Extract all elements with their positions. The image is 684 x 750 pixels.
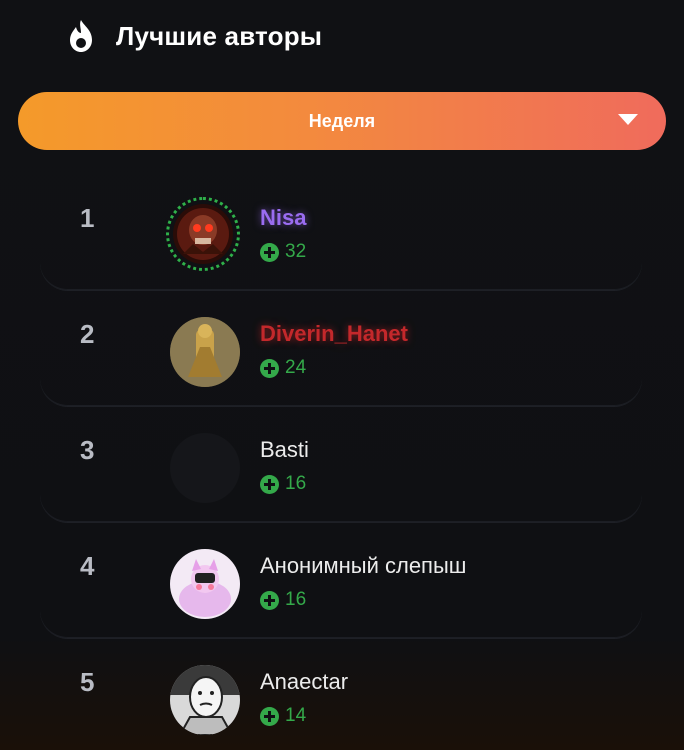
- score-value: 16: [285, 473, 307, 494]
- avatar[interactable]: [170, 665, 240, 735]
- skull-avatar-icon: [173, 204, 233, 264]
- author-score: 24: [260, 357, 306, 379]
- plus-circle-icon: [260, 358, 279, 378]
- author-name[interactable]: Nisa: [260, 205, 306, 231]
- period-selected-label: Неделя: [308, 110, 376, 131]
- pink-cat-avatar-icon: [170, 549, 240, 619]
- rank-number: 5: [80, 667, 95, 697]
- author-row[interactable]: 2 Diverin_Hanet 24: [40, 291, 642, 407]
- golden-figure-avatar-icon: [170, 317, 240, 387]
- author-row[interactable]: 1 Nisa 32: [40, 175, 642, 291]
- plus-circle-icon: [260, 590, 279, 610]
- author-name[interactable]: Basti: [260, 437, 309, 463]
- wojak-avatar-icon: [170, 665, 240, 735]
- author-score: 16: [260, 473, 306, 495]
- author-name[interactable]: Diverin_Hanet: [260, 321, 408, 347]
- page-title: Лучшие авторы: [116, 20, 323, 51]
- author-name[interactable]: Анонимный слепыш: [260, 553, 466, 579]
- rank-number: 1: [80, 203, 95, 233]
- score-value: 24: [285, 357, 307, 378]
- avatar[interactable]: [170, 317, 240, 387]
- score-value: 14: [285, 705, 307, 726]
- rank-number: 4: [80, 551, 95, 581]
- authors-list: 1 Nisa 32 2 Diverin_Hanet 24 3 Basti 16 …: [40, 175, 642, 750]
- avatar[interactable]: [166, 197, 240, 271]
- period-dropdown[interactable]: Неделя: [18, 92, 666, 150]
- author-score: 16: [260, 589, 306, 611]
- rank-number: 3: [80, 435, 95, 465]
- plus-circle-icon: [260, 474, 279, 494]
- score-value: 32: [285, 241, 307, 262]
- score-value: 16: [285, 589, 307, 610]
- author-row[interactable]: 3 Basti 16: [40, 407, 642, 523]
- author-score: 14: [260, 705, 306, 727]
- plus-circle-icon: [260, 242, 279, 262]
- author-score: 32: [260, 241, 306, 263]
- rank-number: 2: [80, 319, 95, 349]
- author-row[interactable]: 4 Анонимный слепыш 16: [40, 523, 642, 639]
- avatar[interactable]: [170, 549, 240, 619]
- author-name[interactable]: Anaectar: [260, 669, 348, 695]
- chevron-down-icon[interactable]: [618, 114, 638, 125]
- plus-circle-icon: [260, 706, 279, 726]
- flame-icon: [70, 20, 92, 52]
- section-header: Лучшие авторы: [66, 16, 322, 56]
- author-row[interactable]: 5 Anaectar 14: [40, 639, 642, 750]
- avatar[interactable]: [170, 433, 240, 503]
- top-authors-page: Лучшие авторы Неделя 1 Nisa 32 2 Diverin…: [0, 0, 684, 750]
